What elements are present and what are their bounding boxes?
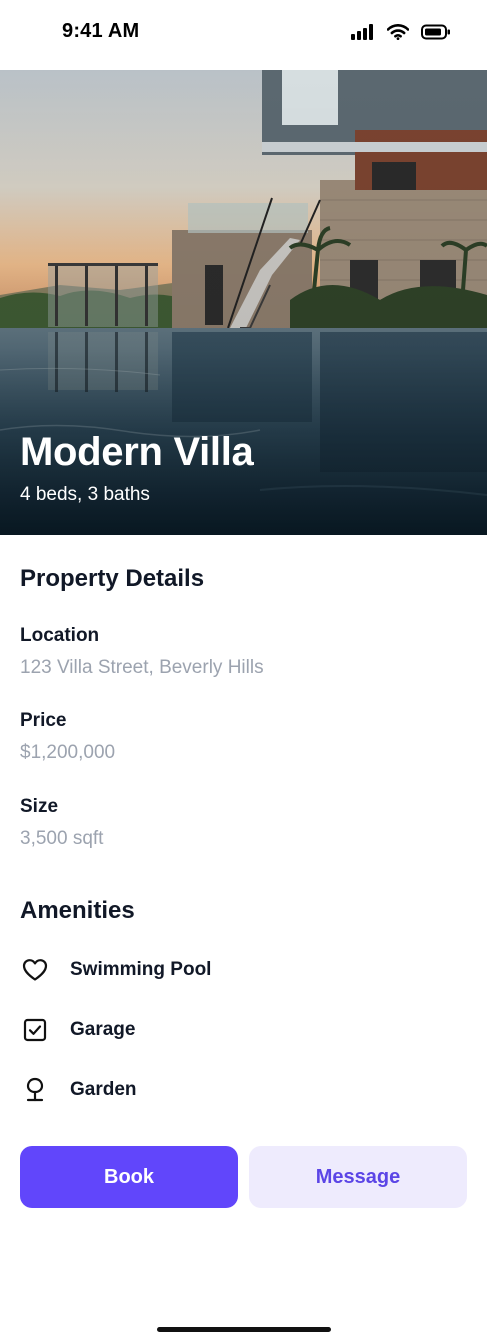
price-value: $1,200,000 [20, 742, 116, 763]
property-subtitle: 4 beds, 3 baths [20, 484, 150, 505]
status-time: 9:41 AM [62, 20, 140, 42]
location-label: Location [20, 625, 100, 646]
amenity-item-garage: Garage [20, 1014, 467, 1046]
amenity-item-garden: Garden [20, 1074, 467, 1106]
signal-icon [351, 24, 375, 40]
battery-icon [421, 24, 451, 40]
home-indicator[interactable] [157, 1327, 331, 1332]
hero-image: Modern Villa 4 beds, 3 baths [0, 70, 487, 535]
amenity-label: Swimming Pool [70, 959, 212, 980]
amenities-heading: Amenities [20, 897, 135, 924]
location-value: 123 Villa Street, Beverly Hills [20, 657, 264, 678]
property-title: Modern Villa [20, 430, 254, 474]
tree-icon [20, 1075, 50, 1105]
status-icons [351, 24, 451, 40]
amenity-item-swimming-pool: Swimming Pool [20, 954, 467, 986]
status-bar: 9:41 AM [0, 0, 487, 70]
book-button[interactable]: Book [20, 1146, 238, 1208]
amenity-label: Garage [70, 1019, 136, 1040]
price-label: Price [20, 710, 67, 731]
wifi-icon [387, 24, 409, 40]
property-details-heading: Property Details [20, 565, 205, 592]
checkbox-icon [20, 1015, 50, 1045]
heart-icon [20, 955, 50, 985]
message-button[interactable]: Message [249, 1146, 467, 1208]
size-value: 3,500 sqft [20, 828, 104, 849]
size-label: Size [20, 796, 59, 817]
amenity-label: Garden [70, 1079, 137, 1100]
